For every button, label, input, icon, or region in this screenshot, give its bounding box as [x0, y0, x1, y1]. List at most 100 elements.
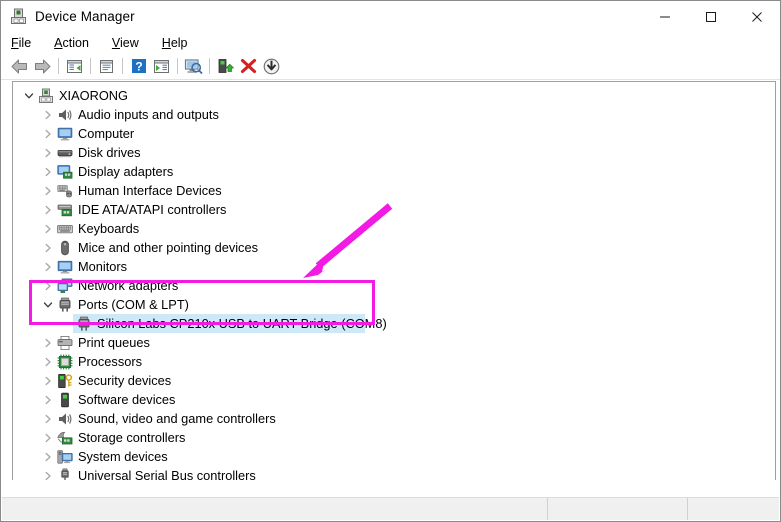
toolbar-console-tree[interactable]	[63, 55, 86, 77]
keyboard-icon	[56, 220, 73, 237]
toolbar-forward[interactable]	[31, 55, 54, 77]
monitor-icon	[56, 258, 73, 275]
tree-item-label: Sound, video and game controllers	[78, 411, 276, 426]
chevron-right-icon[interactable]	[40, 105, 56, 124]
window-title: Device Manager	[35, 9, 135, 24]
minimize-icon	[660, 16, 670, 17]
toolbar-properties[interactable]	[95, 55, 118, 77]
tree-row-human-interface-devices[interactable]: Human Interface Devices	[13, 181, 775, 200]
tree-row-mice-and-other-pointing-devices[interactable]: Mice and other pointing devices	[13, 238, 775, 257]
tree-row-print-queues[interactable]: Print queues	[13, 333, 775, 352]
toolbar-separator-5	[209, 58, 210, 74]
chevron-right-icon[interactable]	[40, 466, 56, 480]
tree-item-label: Ports (COM & LPT)	[78, 297, 189, 312]
toolbar-action-pane[interactable]	[150, 55, 173, 77]
menu-bar: File Action View Help	[1, 32, 780, 53]
menu-file[interactable]: File	[9, 35, 33, 51]
menu-view[interactable]: View	[110, 35, 141, 51]
chevron-down-icon[interactable]	[21, 86, 37, 105]
toolbar-disable-device[interactable]	[260, 55, 283, 77]
tree-row-monitors[interactable]: Monitors	[13, 257, 775, 276]
ide-controller-icon	[56, 201, 73, 218]
tree-item-label: Human Interface Devices	[78, 183, 222, 198]
svg-text:?: ?	[135, 59, 142, 73]
properties-icon	[100, 59, 113, 73]
update-driver-icon	[218, 59, 234, 73]
software-device-icon	[56, 391, 73, 408]
close-button[interactable]	[734, 1, 780, 32]
speaker-icon	[56, 106, 73, 123]
tree-row-network-adapters[interactable]: Network adapters	[13, 276, 775, 295]
chevron-right-icon[interactable]	[40, 390, 56, 409]
minimize-button[interactable]	[642, 1, 688, 32]
usb-controller-icon	[56, 467, 73, 480]
chevron-right-icon[interactable]	[40, 428, 56, 447]
tree-row-disk-drives[interactable]: Disk drives	[13, 143, 775, 162]
tree-row-universal-serial-bus-controllers[interactable]: Universal Serial Bus controllers	[13, 466, 775, 480]
tree-item-label: Keyboards	[78, 221, 140, 236]
chevron-right-icon[interactable]	[40, 352, 56, 371]
chevron-right-icon[interactable]	[40, 200, 56, 219]
chevron-right-icon[interactable]	[40, 333, 56, 352]
menu-help-accel: H	[161, 35, 171, 50]
chevron-right-icon[interactable]	[40, 143, 56, 162]
system-device-icon	[56, 448, 73, 465]
status-bar	[2, 497, 779, 520]
toolbar: ?	[1, 53, 780, 80]
device-manager-window: Device Manager File Action View Help ? X…	[0, 0, 781, 522]
tree-row-storage-controllers[interactable]: Storage controllers	[13, 428, 775, 447]
tree-item-label: System devices	[78, 449, 168, 464]
speaker-icon	[56, 410, 73, 427]
network-adapter-icon	[56, 277, 73, 294]
tree-item-label: Disk drives	[78, 145, 141, 160]
tree-row-ide-ata-atapi-controllers[interactable]: IDE ATA/ATAPI controllers	[13, 200, 775, 219]
chevron-right-icon[interactable]	[40, 447, 56, 466]
tree-row-root[interactable]: XIAORONG	[13, 86, 775, 105]
status-pane-secondary	[548, 498, 688, 520]
menu-help[interactable]: Help	[160, 35, 190, 51]
toolbar-scan-hardware[interactable]	[182, 55, 205, 77]
show-hide-console-tree-icon	[67, 59, 82, 73]
chevron-right-icon[interactable]	[40, 238, 56, 257]
chevron-right-icon[interactable]	[40, 181, 56, 200]
maximize-button[interactable]	[688, 1, 734, 32]
toolbar-update-driver[interactable]	[214, 55, 237, 77]
forward-arrow-icon	[35, 59, 51, 73]
toolbar-back[interactable]	[8, 55, 31, 77]
tree-item-label: Computer	[78, 126, 135, 141]
tree-row-sound-video-and-game-controllers[interactable]: Sound, video and game controllers	[13, 409, 775, 428]
chevron-right-icon[interactable]	[40, 162, 56, 181]
printer-icon	[56, 334, 73, 351]
device-tree-panel[interactable]: XIAORONG Audio inputs and outputs Comput…	[12, 81, 776, 480]
chevron-right-icon[interactable]	[40, 276, 56, 295]
chevron-right-icon[interactable]	[40, 371, 56, 390]
tree-row-audio-inputs-and-outputs[interactable]: Audio inputs and outputs	[13, 105, 775, 124]
toolbar-help[interactable]: ?	[127, 55, 150, 77]
hid-icon	[56, 182, 73, 199]
tree-row-silicon-labs-cp210x[interactable]: Silicon Labs CP210x USB to UART Bridge (…	[13, 314, 775, 333]
menu-action[interactable]: Action	[52, 35, 91, 51]
menu-help-label: elp	[170, 35, 188, 50]
disk-drive-icon	[56, 144, 73, 161]
device-manager-icon	[10, 8, 27, 25]
tree-row-keyboards[interactable]: Keyboards	[13, 219, 775, 238]
tree-row-software-devices[interactable]: Software devices	[13, 390, 775, 409]
tree-row-ports-com-lpt[interactable]: Ports (COM & LPT)	[13, 295, 775, 314]
chevron-down-icon[interactable]	[40, 295, 56, 314]
tree-row-computer[interactable]: Computer	[13, 124, 775, 143]
chevron-right-icon[interactable]	[40, 257, 56, 276]
chevron-right-icon[interactable]	[40, 219, 56, 238]
security-device-icon	[56, 372, 73, 389]
tree-row-processors[interactable]: Processors	[13, 352, 775, 371]
chevron-right-icon[interactable]	[40, 124, 56, 143]
tree-row-display-adapters[interactable]: Display adapters	[13, 162, 775, 181]
mouse-icon	[56, 239, 73, 256]
tree-row-system-devices[interactable]: System devices	[13, 447, 775, 466]
display-adapter-icon	[56, 163, 73, 180]
device-tree: XIAORONG Audio inputs and outputs Comput…	[13, 82, 775, 480]
processor-icon	[56, 353, 73, 370]
status-pane-message	[2, 498, 548, 520]
toolbar-uninstall-device[interactable]	[237, 55, 260, 77]
chevron-right-icon[interactable]	[40, 409, 56, 428]
tree-row-security-devices[interactable]: Security devices	[13, 371, 775, 390]
